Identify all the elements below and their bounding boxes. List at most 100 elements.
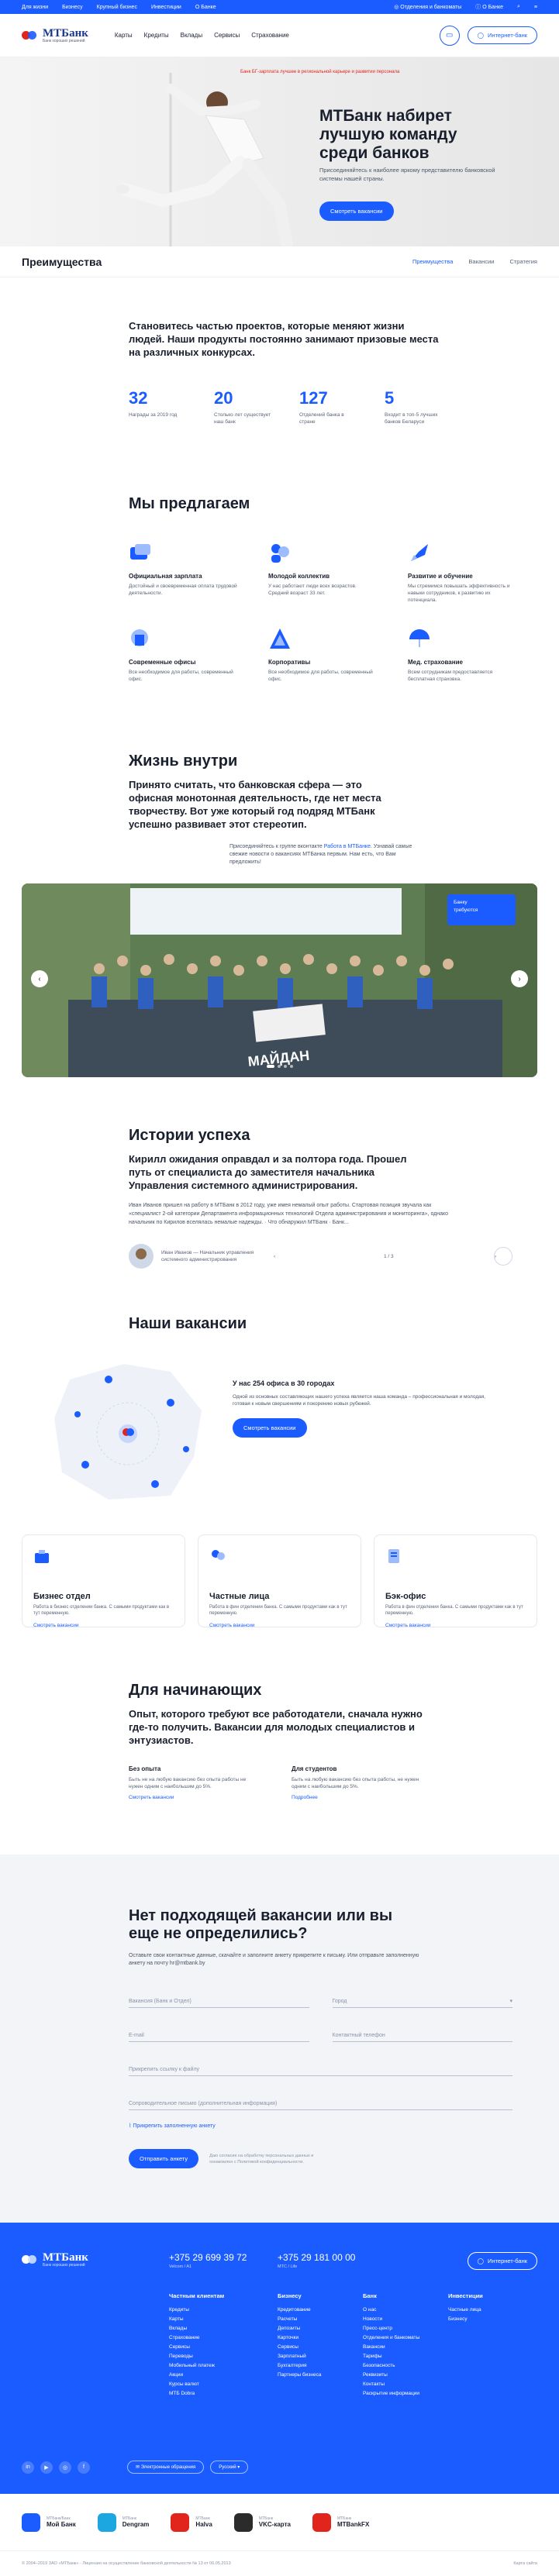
- top-bar: Для жизни Бизнесу Крупный бизнес Инвести…: [0, 0, 559, 14]
- vacancy-card-business[interactable]: Бизнес отдел Работа в бизнес отделении ба…: [22, 1534, 185, 1628]
- email-field[interactable]: E-mail: [129, 2025, 309, 2042]
- vacancies-text: Одной из основных составляющих нашего ус…: [233, 1394, 486, 1407]
- logo[interactable]: МТБанк Банк хороших решений: [22, 27, 88, 43]
- umbrella-icon: [409, 629, 430, 647]
- nav-insurance[interactable]: Страхование: [251, 32, 289, 39]
- vacancies-title: Наши вакансии: [129, 1315, 247, 1332]
- belarus-map: [54, 1364, 202, 1500]
- hero-text: Присоединяйтесь к наиболее яркому предст…: [319, 167, 495, 182]
- nav-deposits[interactable]: Вклады: [181, 32, 202, 39]
- carousel-next-button[interactable]: ›: [511, 970, 528, 987]
- vacancy-promo-box[interactable]: Банку требуются: [447, 894, 516, 925]
- story-author: Иван Иванов — Начальник управления систе…: [129, 1244, 512, 1269]
- beginners-link[interactable]: Смотреть вакансии: [129, 1795, 261, 1800]
- search-icon[interactable]: ⌕: [517, 4, 520, 10]
- beginners-title: Для начинающих: [129, 1682, 262, 1699]
- language-select[interactable]: Русский ▾: [210, 2461, 249, 2474]
- logo-mark-icon: [22, 2254, 39, 2265]
- link-field[interactable]: Прикрепить ссылку к файлу: [129, 2059, 512, 2076]
- life-text: Присоединяйтесь к группе вконтакте Работ…: [229, 844, 412, 865]
- submit-button[interactable]: Отправить анкету: [129, 2149, 199, 2168]
- topbar-about[interactable]: ⓘ О Банке: [475, 3, 503, 11]
- instagram-icon[interactable]: ◎: [59, 2461, 71, 2474]
- consent-text: Даю согласие на обработку персональных д…: [209, 2153, 314, 2164]
- arrow-right-icon: ›: [495, 1253, 497, 1259]
- rocket-icon: [411, 544, 428, 561]
- topbar-link-business[interactable]: Бизнесу: [62, 5, 82, 10]
- vacancies-subtitle: У нас 254 офиса в 30 городах: [233, 1379, 335, 1387]
- hero: Банк БГ-зарплата лучшее в региональной к…: [0, 57, 559, 246]
- nav-services[interactable]: Сервисы: [214, 32, 240, 39]
- vk-group-link[interactable]: Работа в МТБанке: [324, 844, 371, 849]
- carousel-dot[interactable]: [277, 1065, 281, 1068]
- app-link[interactable]: МТБанк Halva: [171, 2512, 212, 2532]
- stat-item: 32 Награды за 2019 год: [129, 388, 178, 418]
- life-photo-carousel[interactable]: МАЙДАН ‹ › Банку требуются: [22, 883, 537, 1077]
- document-icon: [388, 1549, 399, 1563]
- office-icon: [131, 629, 148, 646]
- internet-bank-button[interactable]: ◯ Интернет-банк: [467, 26, 537, 44]
- hero-title: МТБанк набирет лучшую команду среди банк…: [319, 107, 457, 162]
- footer-phone-1[interactable]: +375 29 699 39 72 Velcom / A1: [169, 2252, 278, 2269]
- carousel-dot[interactable]: [266, 1065, 274, 1068]
- nav-credits[interactable]: Кредиты: [144, 32, 169, 39]
- app-link[interactable]: МТБанк MTBankFX: [312, 2512, 369, 2532]
- attach-button[interactable]: ⌇ Прикрепить заполненную анкету: [129, 2123, 512, 2129]
- vacancy-field[interactable]: Вакансия (Банк и Отдел): [129, 1991, 309, 2008]
- carousel-prev-button[interactable]: ‹: [31, 970, 48, 987]
- vacancies-cta-button[interactable]: Смотреть вакансии: [233, 1418, 307, 1438]
- app-icon: [233, 2512, 253, 2532]
- footer-internet-bank-button[interactable]: ◯ Интернет-банк: [467, 2252, 537, 2270]
- menu-icon[interactable]: ≡: [534, 5, 537, 10]
- section-tabs: Преимущества Преимущества Вакансии Страт…: [0, 246, 559, 277]
- vacancy-card-backoffice[interactable]: Бэк-офис Работа в фин отделении банка. С …: [374, 1534, 537, 1628]
- app-link[interactable]: МТБанк VKC-карта: [233, 2512, 291, 2532]
- chat-icon: ▭: [445, 31, 454, 40]
- nav-cards[interactable]: Карты: [115, 32, 133, 39]
- stat-item: 20 Столько лет существует наш банк: [214, 388, 271, 425]
- footer-col-business: Бизнесу Кредитование Расчеты Депозиты Карто…: [278, 2292, 322, 2378]
- tab-advantages[interactable]: Преимущества: [412, 258, 453, 265]
- topbar-link-about[interactable]: О Банке: [195, 5, 216, 10]
- story-next-button[interactable]: ›: [494, 1247, 512, 1266]
- chat-button[interactable]: ▭: [439, 25, 460, 46]
- vk-icon[interactable]: in: [22, 2461, 34, 2474]
- app-icon: [22, 2512, 40, 2532]
- form-text: Оставьте свои контактные данные, скачайт…: [129, 1953, 419, 1966]
- city-select[interactable]: Город ▾: [332, 1991, 512, 2008]
- arrow-left-icon: ‹: [38, 974, 41, 983]
- wallet-icon: [130, 544, 150, 560]
- facebook-icon[interactable]: f: [78, 2461, 90, 2474]
- info-icon: ⓘ: [475, 5, 483, 10]
- beginners-link[interactable]: Подробнее: [292, 1795, 423, 1800]
- topbar-link-personal[interactable]: Для жизни: [22, 5, 48, 10]
- carousel-dots: [266, 1065, 293, 1068]
- life-title: Жизнь внутри: [129, 752, 238, 770]
- vacancy-card-private[interactable]: Частные лица Работа в фин отделении банка…: [198, 1534, 361, 1628]
- tab-vacancies[interactable]: Вакансии: [468, 258, 494, 265]
- story-prev-icon[interactable]: ‹: [274, 1253, 374, 1260]
- app-link[interactable]: МТБанк Dengram: [97, 2512, 149, 2532]
- appeal-button[interactable]: ✉ Электронные обращения: [127, 2461, 205, 2474]
- carousel-dot[interactable]: [283, 1065, 287, 1068]
- youtube-icon[interactable]: ▶: [40, 2461, 53, 2474]
- topbar-link-invest[interactable]: Инвестиции: [151, 5, 181, 10]
- comment-field[interactable]: Сопроводительное письмо (дополнительная …: [129, 2093, 512, 2110]
- app-link[interactable]: МТБанк/Банк Мой Банк: [22, 2512, 76, 2532]
- phone-field[interactable]: Контактный телефон: [332, 2025, 512, 2042]
- offer-item: Молодой коллектив У нас работают люди все…: [268, 541, 408, 604]
- topbar-link-corporate[interactable]: Крупный бизнес: [97, 5, 137, 10]
- copyright-text: © 2004–2019 ЗАО «МТБанк» · Лицензия на о…: [22, 2561, 231, 2566]
- user-icon: ◯: [477, 32, 485, 39]
- sitemap-link[interactable]: Карта сайта: [513, 2561, 537, 2566]
- app-icon: [312, 2512, 331, 2532]
- footer-logo[interactable]: МТБанк Банк хороших решений: [22, 2252, 169, 2268]
- stat-item: 127 Отделений банка в стране: [299, 388, 344, 425]
- topbar-offices[interactable]: ◎ Отделения и банкоматы: [394, 4, 461, 10]
- footer-phone-2[interactable]: +375 29 181 00 00 МТС / Life: [278, 2252, 386, 2269]
- apps-bar: МТБанк/Банк Мой Банк МТБанк Dengram МТБанк…: [0, 2494, 559, 2551]
- carousel-dot[interactable]: [289, 1065, 293, 1068]
- footer-col-private: Частным клиентам Кредиты Карты Вклады Страх…: [169, 2292, 225, 2396]
- hero-cta-button[interactable]: Смотреть вакансии: [319, 201, 394, 221]
- tab-strategy[interactable]: Стратегия: [509, 258, 537, 265]
